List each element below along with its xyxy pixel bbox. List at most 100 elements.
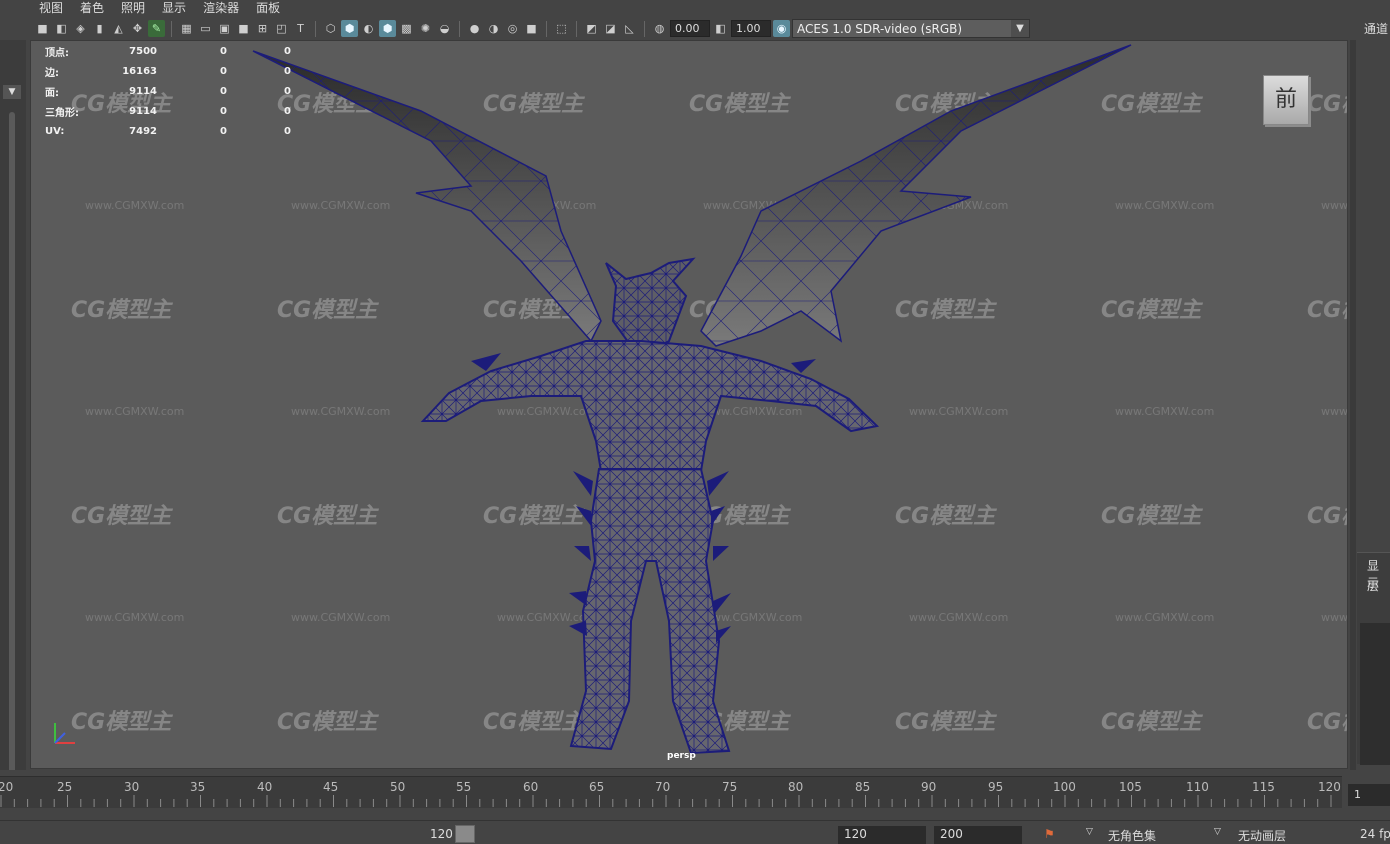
camera-icon[interactable]: ■ xyxy=(34,20,51,37)
hud-row-edges: 边: 16163 0 0 xyxy=(45,61,291,81)
channel-box-panel: 通道 显示 层 xyxy=(1350,0,1390,844)
smooth-shade-icon[interactable]: ⬢ xyxy=(341,20,358,37)
color-management-dropdown[interactable]: ACES 1.0 SDR-video (sRGB) ▼ xyxy=(792,19,1030,38)
toolbar-divider xyxy=(576,20,577,37)
hud-value: 0 xyxy=(220,45,227,57)
hud-value: 0 xyxy=(220,85,227,97)
hud-value: 0 xyxy=(284,85,291,97)
backface-icon[interactable]: ◺ xyxy=(621,20,638,37)
wireframe-icon[interactable]: ⬡ xyxy=(322,20,339,37)
menu-lighting[interactable]: 照明 xyxy=(112,1,153,15)
tick-marks xyxy=(0,795,1332,807)
hud-value: 9114 xyxy=(129,85,157,97)
hud-value: 0 xyxy=(284,105,291,117)
hud-row-faces: 面: 9114 0 0 xyxy=(45,81,291,101)
gate-mask-icon[interactable]: ■ xyxy=(235,20,252,37)
maya-window: 视图 着色 照明 显示 渲染器 面板 ■ ◧ ◈ ▮ ◭ ✥ ✎ ▦ ▭ ▣ ■… xyxy=(0,0,1390,844)
shadows-icon[interactable]: ◒ xyxy=(436,20,453,37)
hud-value: 0 xyxy=(284,45,291,57)
viewport-toolbar: ■ ◧ ◈ ▮ ◭ ✥ ✎ ▦ ▭ ▣ ■ ⊞ ◰ T ⬡ ⬢ ◐ ⬢ ▩ ✺ … xyxy=(30,17,1350,40)
menu-renderer[interactable]: 渲染器 xyxy=(194,1,247,15)
hud-value: 16163 xyxy=(122,65,157,77)
hud-value: 7492 xyxy=(129,125,157,137)
layer-editor: 显示 层 xyxy=(1357,552,1390,765)
image-plane-icon[interactable]: ◭ xyxy=(110,20,127,37)
playback-end-field[interactable]: 200 xyxy=(934,826,1022,844)
resolution-gate-icon[interactable]: ▣ xyxy=(216,20,233,37)
ambient-occlusion-icon[interactable]: ● xyxy=(466,20,483,37)
color-management-icon[interactable]: ◉ xyxy=(773,20,790,37)
xray-joints-icon[interactable]: ◪ xyxy=(602,20,619,37)
hud-value: 0 xyxy=(284,65,291,77)
safe-action-icon[interactable]: ◰ xyxy=(273,20,290,37)
depth-of-field-icon[interactable]: ■ xyxy=(523,20,540,37)
channel-box-label[interactable]: 通道 xyxy=(1364,20,1388,37)
color-management-value: ACES 1.0 SDR-video (sRGB) xyxy=(797,21,963,36)
default-material-icon[interactable]: ◐ xyxy=(360,20,377,37)
range-slider-handle[interactable] xyxy=(455,825,475,843)
isolate-select-icon[interactable]: ⬚ xyxy=(553,20,570,37)
layer-list[interactable] xyxy=(1360,623,1390,765)
grease-pencil-icon[interactable]: ✎ xyxy=(148,20,165,37)
hud-row-vertices: 顶点: 7500 0 0 xyxy=(45,41,291,61)
bookmark-camera-icon[interactable]: ◈ xyxy=(72,20,89,37)
playback-start-field[interactable]: 120 xyxy=(838,826,926,844)
character-set-dropdown[interactable]: 无角色集 xyxy=(1108,827,1156,844)
hud-value: 0 xyxy=(284,125,291,137)
viewcube[interactable]: 前 xyxy=(1263,75,1309,125)
hud-value: 0 xyxy=(220,105,227,117)
hud-value: 0 xyxy=(220,125,227,137)
scroll-up-icon[interactable]: ▼ xyxy=(3,85,21,99)
camera-name-label: persp xyxy=(667,751,696,761)
anti-aliasing-icon[interactable]: ◎ xyxy=(504,20,521,37)
toolbar-divider xyxy=(171,20,172,37)
toolbar-divider xyxy=(644,20,645,37)
3d-viewport[interactable]: CG模型主CG模型主CG模型主CG模型主CG模型主CG模型主CG模型主CG模型主… xyxy=(30,40,1348,769)
exposure-field[interactable]: 0.00 xyxy=(670,20,710,37)
panel-divider[interactable] xyxy=(1350,40,1356,770)
2d-pan-icon[interactable]: ✥ xyxy=(129,20,146,37)
hud-value: 7500 xyxy=(129,45,157,57)
exposure-icon[interactable]: ◍ xyxy=(651,20,668,37)
chevron-down-icon: ▼ xyxy=(1011,20,1029,37)
range-slider-end-label: 120 xyxy=(430,827,453,841)
poly-count-hud: 顶点: 7500 0 0 边: 16163 0 0 面: 9114 0 0 三角… xyxy=(45,41,291,141)
menu-shading[interactable]: 着色 xyxy=(71,1,112,15)
menu-view[interactable]: 视图 xyxy=(30,1,71,15)
anim-layer-dropdown[interactable]: 无动画层 xyxy=(1238,827,1286,844)
gamma-field[interactable]: 1.00 xyxy=(731,20,771,37)
hud-row-uvs: UV: 7492 0 0 xyxy=(45,121,291,141)
field-chart-icon[interactable]: ⊞ xyxy=(254,20,271,37)
textured-icon[interactable]: ▩ xyxy=(398,20,415,37)
left-scrollbar[interactable] xyxy=(9,112,15,777)
demon-wireframe-model[interactable] xyxy=(31,41,1348,769)
hud-label: UV: xyxy=(45,125,65,137)
fps-dropdown[interactable]: 24 fps xyxy=(1360,827,1390,841)
auto-key-icon[interactable]: ⚑ xyxy=(1044,827,1055,841)
layer-layer-menu[interactable]: 层 xyxy=(1367,577,1379,594)
bookmark-icon[interactable]: ▮ xyxy=(91,20,108,37)
wireframe-on-shaded-icon[interactable]: ⬢ xyxy=(379,20,396,37)
chevron-down-icon[interactable]: ▽ xyxy=(1086,827,1093,837)
menu-show[interactable]: 显示 xyxy=(153,1,194,15)
toolbar-divider xyxy=(459,20,460,37)
left-toolbox-strip: ▼ ▼ xyxy=(0,40,26,790)
xray-icon[interactable]: ◩ xyxy=(583,20,600,37)
menu-panels[interactable]: 面板 xyxy=(247,1,288,15)
viewport-menu-bar: 视图 着色 照明 显示 渲染器 面板 xyxy=(30,0,1350,16)
motion-blur-icon[interactable]: ◑ xyxy=(485,20,502,37)
camera-attr-icon[interactable]: ◧ xyxy=(53,20,70,37)
grid-icon[interactable]: ▦ xyxy=(178,20,195,37)
time-ruler[interactable]: 20 25 30 35 40 45 50 55 60 65 70 75 80 8… xyxy=(0,776,1342,808)
chevron-down-icon[interactable]: ▽ xyxy=(1214,827,1221,837)
hud-value: 0 xyxy=(220,65,227,77)
lights-icon[interactable]: ✺ xyxy=(417,20,434,37)
toolbar-divider xyxy=(546,20,547,37)
safe-title-icon[interactable]: T xyxy=(292,20,309,37)
hud-row-triangles: 三角形: 9114 0 0 xyxy=(45,101,291,121)
time-slider[interactable]: 20 25 30 35 40 45 50 55 60 65 70 75 80 8… xyxy=(0,770,1342,810)
hud-value: 9114 xyxy=(129,105,157,117)
current-frame-field[interactable]: 1 xyxy=(1348,784,1390,806)
gamma-icon[interactable]: ◧ xyxy=(712,20,729,37)
film-gate-icon[interactable]: ▭ xyxy=(197,20,214,37)
